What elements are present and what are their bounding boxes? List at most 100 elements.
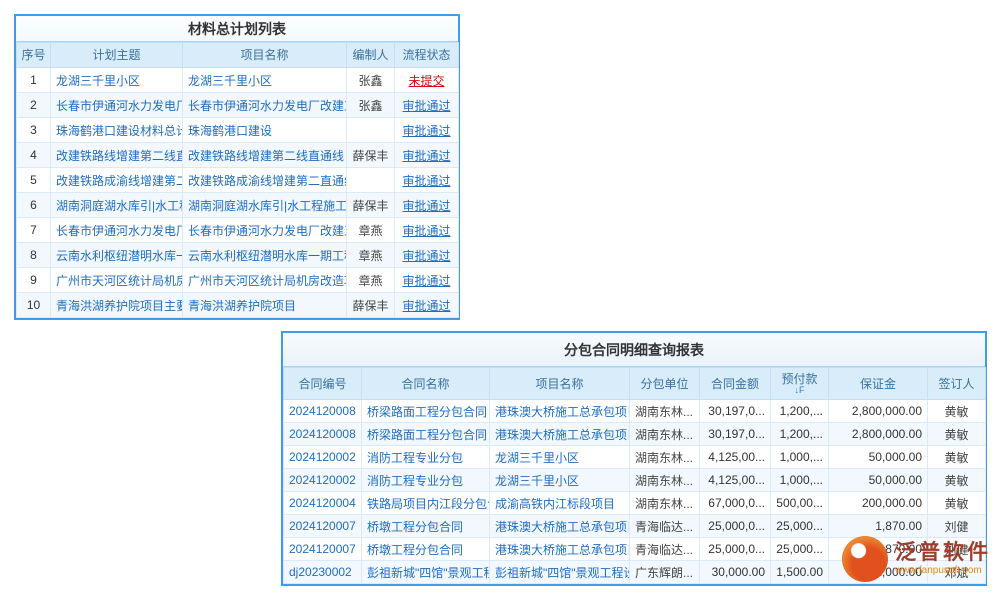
cell-contract-no: 2024120008 — [284, 400, 362, 423]
cell-link[interactable]: 彭祖新城"四馆"景观工程设计项 — [367, 566, 490, 580]
table-row: 9广州市天河区统计局机房改...广州市天河区统计局机房改造项目章燕审批通过 — [17, 268, 459, 293]
cell-plan-subject: 云南水利枢纽潜明水库一期... — [51, 243, 183, 268]
cell-link[interactable]: 2024120002 — [289, 473, 356, 487]
cell-link[interactable]: 湖南洞庭湖水库引|水工程施... — [56, 199, 183, 213]
header-row: 序号计划主题项目名称编制人流程状态 — [17, 43, 459, 68]
cell-link[interactable]: 2024120007 — [289, 542, 356, 556]
cell-link[interactable]: 桥梁路面工程分包合同 — [367, 428, 487, 442]
cell-link[interactable]: 龙湖三千里小区 — [188, 74, 272, 88]
status-link[interactable]: 审批通过 — [402, 199, 450, 213]
cell-link[interactable]: 消防工程专业分包 — [367, 474, 463, 488]
cell-link[interactable]: 青海洪湖养护院项目 — [188, 299, 296, 313]
cell-contract-amount: 25,000,0... — [700, 538, 771, 561]
cell-link[interactable]: 珠海鹤港口建设材料总计划 — [56, 124, 183, 138]
cell-link[interactable]: 长春市伊通河水力发电厂改建工程 — [188, 99, 347, 113]
cell-signer: 黄敏 — [928, 446, 986, 469]
cell-advance-payment: 1,200,... — [771, 423, 829, 446]
cell-seq: 9 — [17, 268, 51, 293]
brand-logo-icon — [842, 536, 888, 582]
cell-link[interactable]: 2024120002 — [289, 450, 356, 464]
column-header-label: 签订人 — [928, 377, 985, 391]
status-link[interactable]: 审批通过 — [402, 299, 450, 313]
brand-name: 泛普软件 — [895, 541, 991, 565]
cell-link[interactable]: 港珠澳大桥施工总承包项目 — [495, 405, 630, 419]
cell-project-name: 龙湖三千里小区 — [490, 446, 630, 469]
cell-link[interactable]: 铁路局项目内江段分包合同 — [367, 497, 490, 511]
cell-project-name: 龙湖三千里小区 — [490, 469, 630, 492]
column-header[interactable]: 预付款↓F — [771, 368, 829, 400]
cell-link[interactable]: 2024120008 — [289, 427, 356, 441]
cell-contract-no: 2024120004 — [284, 492, 362, 515]
cell-link[interactable]: 2024120008 — [289, 404, 356, 418]
status-link[interactable]: 审批通过 — [402, 149, 450, 163]
status-link[interactable]: 审批通过 — [402, 274, 450, 288]
cell-link[interactable]: 珠海鹤港口建设 — [188, 124, 272, 138]
table-row: 1龙湖三千里小区龙湖三千里小区张鑫未提交 — [17, 68, 459, 93]
subcontract-table-header: 合同编号合同名称项目名称分包单位合同金额预付款↓F保证金签订人 — [284, 368, 986, 400]
column-header: 合同名称 — [362, 368, 490, 400]
sort-filter-icon[interactable]: ↓F — [771, 386, 828, 395]
cell-subcontractor: 青海临达... — [630, 538, 700, 561]
cell-link[interactable]: 龙湖三千里小区 — [56, 74, 140, 88]
table-row: 4改建铁路线增建第二线直通...改建铁路线增建第二线直通线（成都-...薛保丰审… — [17, 143, 459, 168]
cell-link[interactable]: 长春市伊通河水力发电厂改建工程 — [188, 224, 347, 238]
cell-plan-subject: 龙湖三千里小区 — [51, 68, 183, 93]
cell-link[interactable]: 龙湖三千里小区 — [495, 474, 579, 488]
cell-status: 未提交 — [395, 68, 459, 93]
cell-link[interactable]: 消防工程专业分包 — [367, 451, 463, 465]
cell-subcontractor: 湖南东林... — [630, 423, 700, 446]
status-link[interactable]: 审批通过 — [402, 249, 450, 263]
table-row: 6湖南洞庭湖水库引|水工程施...湖南洞庭湖水库引|水工程施工招标薛保丰审批通过 — [17, 193, 459, 218]
cell-link[interactable]: 云南水利枢纽潜明水库一期... — [56, 249, 183, 263]
cell-deposit: 2,800,000.00 — [829, 423, 928, 446]
cell-link[interactable]: dj20230002 — [289, 565, 352, 579]
cell-link[interactable]: 长春市伊通河水力发电厂改... — [56, 224, 183, 238]
cell-compiler: 张鑫 — [347, 93, 395, 118]
cell-contract-name: 桥梁路面工程分包合同 — [362, 400, 490, 423]
cell-link[interactable]: 成渝高铁内江标段项目 — [495, 497, 615, 511]
material-plan-data-table: 序号计划主题项目名称编制人流程状态 1龙湖三千里小区龙湖三千里小区张鑫未提交2长… — [16, 42, 459, 318]
status-link[interactable]: 审批通过 — [402, 224, 450, 238]
status-link[interactable]: 审批通过 — [402, 99, 450, 113]
cell-seq: 6 — [17, 193, 51, 218]
cell-project-name: 彭祖新城"四馆"景观工程设计项 — [490, 561, 630, 584]
cell-link[interactable]: 改建铁路线增建第二线直通线（成都-... — [188, 149, 347, 163]
cell-link[interactable]: 改建铁路线增建第二线直通... — [56, 149, 183, 163]
cell-link[interactable]: 广州市天河区统计局机房改... — [56, 274, 183, 288]
column-header: 流程状态 — [395, 43, 459, 68]
cell-link[interactable]: 港珠澳大桥施工总承包项目 — [495, 428, 630, 442]
cell-plan-subject: 广州市天河区统计局机房改... — [51, 268, 183, 293]
cell-subcontractor: 青海临达... — [630, 515, 700, 538]
cell-seq: 10 — [17, 293, 51, 318]
cell-link[interactable]: 桥墩工程分包合同 — [367, 543, 463, 557]
status-link[interactable]: 审批通过 — [402, 124, 450, 138]
status-link[interactable]: 审批通过 — [402, 174, 450, 188]
cell-project-name: 港珠澳大桥施工总承包项目 — [490, 515, 630, 538]
cell-link[interactable]: 港珠澳大桥施工总承包项目 — [495, 520, 630, 534]
cell-link[interactable]: 桥梁路面工程分包合同 — [367, 405, 487, 419]
cell-compiler: 张鑫 — [347, 68, 395, 93]
table-row: 10青海洪湖养护院项目主要材料青海洪湖养护院项目薛保丰审批通过 — [17, 293, 459, 318]
cell-link[interactable]: 青海洪湖养护院项目主要材料 — [56, 299, 183, 313]
cell-project-name: 港珠澳大桥施工总承包项目 — [490, 538, 630, 561]
cell-link[interactable]: 2024120004 — [289, 496, 356, 510]
cell-link[interactable]: 湖南洞庭湖水库引|水工程施工招标 — [188, 199, 347, 213]
cell-advance-payment: 1,000,... — [771, 469, 829, 492]
cell-link[interactable]: 龙湖三千里小区 — [495, 451, 579, 465]
cell-link[interactable]: 改建铁路成渝线增建第二直通线（成... — [188, 174, 347, 188]
cell-compiler: 章燕 — [347, 218, 395, 243]
cell-contract-no: 2024120002 — [284, 446, 362, 469]
cell-link[interactable]: 改建铁路成渝线增建第二直... — [56, 174, 183, 188]
cell-link[interactable]: 港珠澳大桥施工总承包项目 — [495, 543, 630, 557]
cell-link[interactable]: 桥墩工程分包合同 — [367, 520, 463, 534]
cell-link[interactable]: 彭祖新城"四馆"景观工程设计项 — [495, 566, 630, 580]
table-row: 2024120002消防工程专业分包龙湖三千里小区湖南东林...4,125,00… — [284, 469, 986, 492]
cell-link[interactable]: 广州市天河区统计局机房改造项目 — [188, 274, 347, 288]
cell-link[interactable]: 云南水利枢纽潜明水库一期工程施工标 — [188, 249, 347, 263]
cell-project-name: 港珠澳大桥施工总承包项目 — [490, 423, 630, 446]
cell-contract-amount: 4,125,00... — [700, 446, 771, 469]
cell-link[interactable]: 长春市伊通河水力发电厂改... — [56, 99, 183, 113]
cell-link[interactable]: 2024120007 — [289, 519, 356, 533]
cell-project-name: 湖南洞庭湖水库引|水工程施工招标 — [183, 193, 347, 218]
status-link[interactable]: 未提交 — [408, 74, 444, 88]
